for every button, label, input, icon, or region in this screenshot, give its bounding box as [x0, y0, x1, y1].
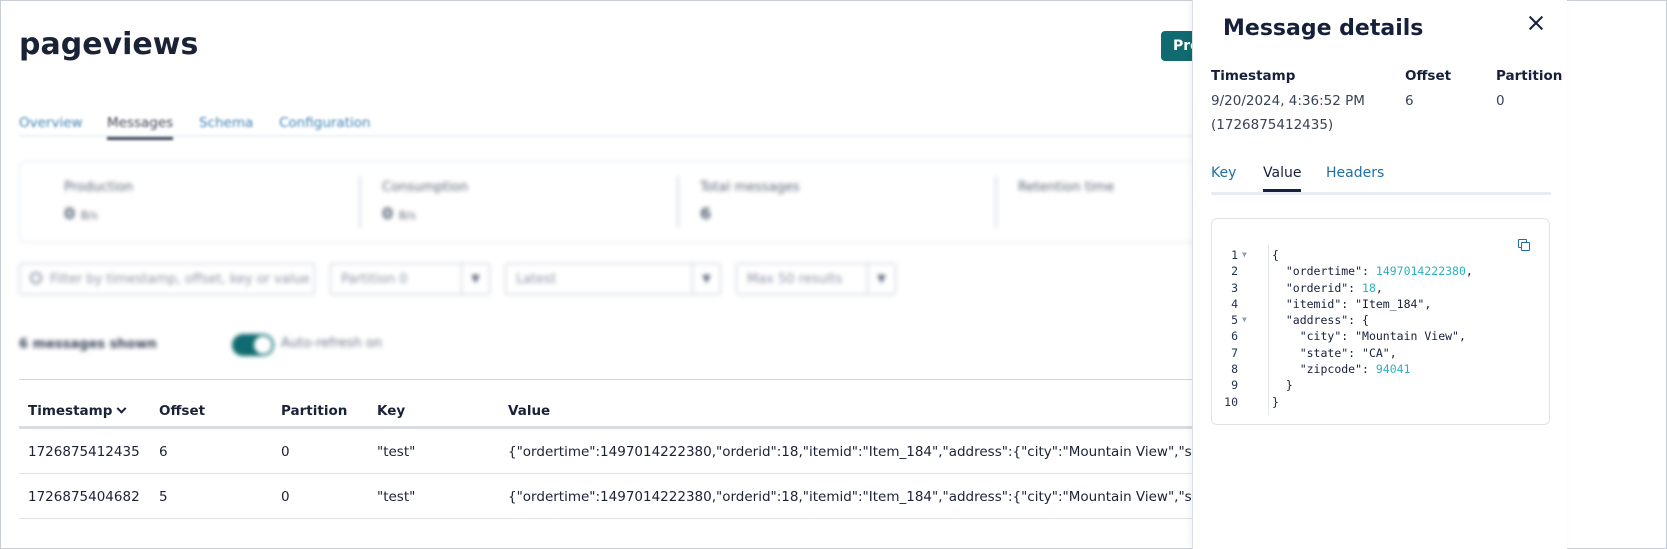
chevron-down-icon[interactable]: ▼ [867, 264, 895, 294]
tab-headers[interactable]: Headers [1326, 165, 1384, 181]
offset-select-value: Latest [516, 272, 557, 287]
max-results-select-value: Max 50 results [747, 272, 843, 287]
cell-offset: 6 [159, 444, 168, 460]
column-header-partition[interactable]: Partition [281, 403, 347, 419]
chevron-down-icon[interactable]: ▼ [461, 264, 489, 294]
filter-bar: Filter by timestamp, offset, key or valu… [1, 263, 1201, 297]
cell-value: {"ordertime":1497014222380,"orderid":18,… [508, 489, 1194, 505]
stat-label: Production [64, 180, 134, 195]
message-details-drawer: Message details Timestamp 9/20/2024, 4:3… [1192, 0, 1567, 549]
stat-label: Consumption [382, 180, 469, 195]
messages-table: Timestamp Offset Partition Key Value 172… [19, 393, 1194, 519]
stat-value: 6 [700, 204, 712, 223]
tab-messages[interactable]: Messages [107, 115, 174, 140]
offset-select[interactable]: Latest ▼ [505, 263, 721, 295]
table-header: Timestamp Offset Partition Key Value [19, 393, 1194, 429]
stats-panel: Production 0 B/s Consumption 0 B/s Total… [19, 161, 1219, 243]
cell-partition: 0 [281, 489, 290, 505]
sort-descending-icon [116, 403, 127, 414]
drawer-title: Message details [1223, 16, 1424, 41]
detail-tabs: Key Value Headers [1211, 165, 1551, 195]
tab-schema[interactable]: Schema [199, 115, 253, 131]
partition-select[interactable]: Partition 0 ▼ [330, 263, 490, 295]
cell-key: "test" [377, 489, 416, 505]
fold-arrow-icon[interactable]: ▼ [1242, 250, 1247, 259]
cell-key: "test" [377, 444, 416, 460]
stat-label: Retention time [1018, 180, 1115, 195]
topic-tabs: Overview Messages Schema Configuration [19, 107, 1199, 140]
code-line: 8 "zipcode": 94041 [1231, 362, 1411, 377]
code-line: 1 ▼{ [1231, 248, 1279, 262]
code-line: 4 "itemid": "Item_184", [1231, 296, 1432, 311]
search-icon [30, 272, 42, 284]
timestamp-epoch: (1726875412435) [1211, 117, 1334, 133]
table-row[interactable]: 1726875412435 6 0 "test" {"ordertime":14… [19, 429, 1194, 474]
column-header-value[interactable]: Value [508, 403, 550, 419]
cell-offset: 5 [159, 489, 168, 505]
column-header-offset[interactable]: Offset [159, 403, 205, 419]
partition-select-value: Partition 0 [341, 272, 408, 287]
tab-configuration[interactable]: Configuration [279, 115, 371, 131]
close-icon[interactable] [1525, 12, 1547, 34]
cell-timestamp: 1726875412435 [28, 444, 140, 460]
chevron-down-icon[interactable]: ▼ [692, 264, 720, 294]
code-line: 9 } [1231, 378, 1293, 393]
divider [359, 176, 361, 228]
timestamp-value: 9/20/2024, 4:36:52 PM [1211, 93, 1365, 109]
partition-value: 0 [1496, 93, 1505, 109]
code-line: 7 "state": "CA", [1231, 345, 1397, 360]
search-placeholder: Filter by timestamp, offset, key or valu… [50, 272, 310, 287]
auto-refresh-label: Auto-refresh on [281, 336, 383, 351]
column-header-timestamp[interactable]: Timestamp [28, 403, 127, 419]
stat-value: 0 B/s [382, 204, 416, 223]
max-results-select[interactable]: Max 50 results ▼ [736, 263, 896, 295]
stat-label: Total messages [700, 180, 800, 195]
divider [19, 379, 1199, 380]
code-line: 5 ▼ "address": { [1231, 313, 1369, 328]
timestamp-label: Timestamp [1211, 68, 1296, 84]
divider [995, 176, 997, 228]
auto-refresh-toggle[interactable] [232, 334, 274, 356]
code-line: 6 "city": "Mountain View", [1231, 329, 1466, 344]
page-title: pageviews [19, 27, 199, 62]
offset-value: 6 [1405, 93, 1414, 109]
code-line: 2 "ordertime": 1497014222380, [1231, 264, 1473, 279]
fold-arrow-icon[interactable]: ▼ [1242, 315, 1247, 324]
tab-key[interactable]: Key [1211, 165, 1236, 181]
divider [677, 176, 679, 228]
messages-shown-count: 6 messages shown [19, 337, 157, 352]
stat-value: 0 B/s [64, 204, 98, 223]
cell-timestamp: 1726875404682 [28, 489, 140, 505]
code-line: 3 "orderid": 18, [1231, 280, 1383, 295]
code-lines: 1 ▼{ 2 "ordertime": 1497014222380, 3 "ord… [1212, 248, 1542, 411]
cell-partition: 0 [281, 444, 290, 460]
code-line: 10} [1224, 394, 1279, 409]
search-input[interactable]: Filter by timestamp, offset, key or valu… [19, 263, 315, 295]
tab-overview[interactable]: Overview [19, 115, 83, 131]
table-row[interactable]: 1726875404682 5 0 "test" {"ordertime":14… [19, 474, 1194, 519]
offset-label: Offset [1405, 68, 1452, 84]
tab-value[interactable]: Value [1263, 165, 1302, 192]
partition-label: Partition [1496, 68, 1563, 84]
json-viewer: 1 ▼{ 2 "ordertime": 1497014222380, 3 "ord… [1211, 218, 1550, 425]
cell-value: {"ordertime":1497014222380,"orderid":18,… [508, 444, 1194, 460]
column-header-key[interactable]: Key [377, 403, 405, 419]
